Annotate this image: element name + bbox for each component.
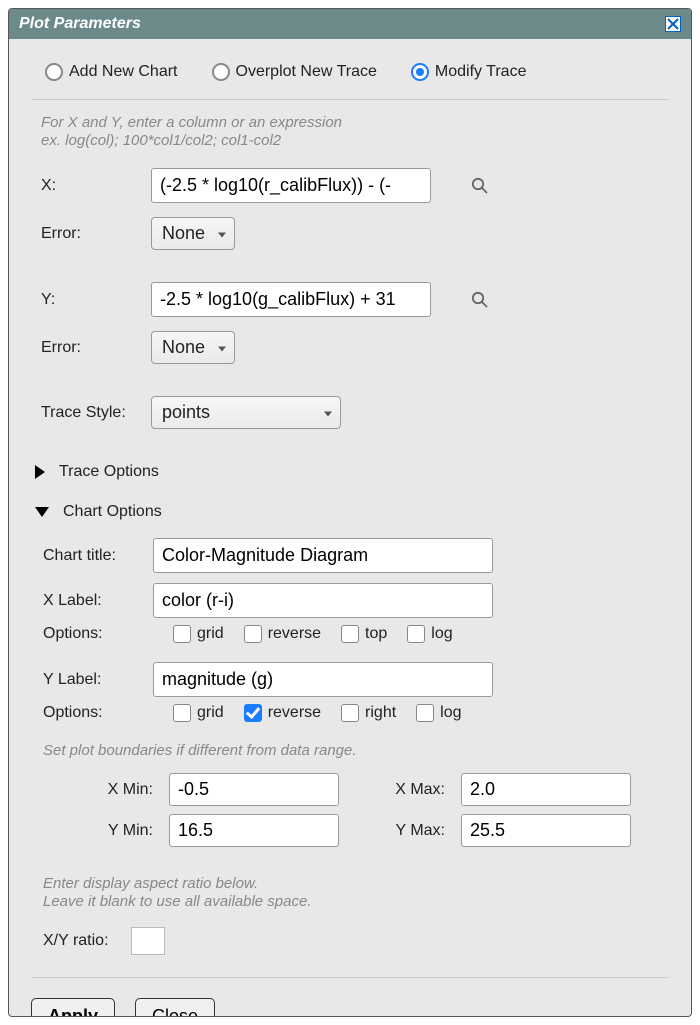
xlabel-input[interactable] [153, 583, 493, 618]
y-right-checkbox[interactable]: right [341, 704, 396, 722]
radio-label: Add New Chart [69, 63, 178, 81]
x-options-row: Options: grid reverse top log [43, 623, 669, 657]
radio-label: Modify Trace [435, 63, 527, 81]
x-reverse-checkbox[interactable]: reverse [244, 625, 321, 643]
expander-label: Trace Options [59, 463, 159, 481]
checkbox-icon [341, 704, 359, 722]
x-input[interactable] [151, 168, 431, 203]
radio-icon [411, 63, 429, 81]
ylabel-input[interactable] [153, 662, 493, 697]
xmax-label: X Max: [355, 781, 445, 799]
x-error-select[interactable]: None [151, 217, 235, 250]
x-grid-checkbox[interactable]: grid [173, 625, 224, 643]
xmax-input[interactable] [461, 773, 631, 806]
xmin-label: X Min: [63, 781, 153, 799]
chevron-right-icon [35, 465, 45, 479]
mode-radio-group: Add New Chart Overplot New Trace Modify … [31, 57, 669, 97]
divider [31, 977, 669, 978]
divider [31, 99, 669, 100]
checkbox-icon [173, 704, 191, 722]
chart-title-label: Chart title: [43, 547, 153, 565]
close-button[interactable]: Close [135, 998, 215, 1016]
xy-hint: For X and Y, enter a column or an expres… [31, 110, 669, 164]
checkbox-icon [341, 625, 359, 643]
y-reverse-checkbox[interactable]: reverse [244, 704, 321, 722]
xmin-input[interactable] [169, 773, 339, 806]
bounds-grid: X Min: X Max: Y Min: Y Max: [43, 773, 669, 847]
plot-parameters-dialog: Plot Parameters Add New Chart Overplot N… [8, 8, 692, 1017]
search-icon[interactable] [469, 175, 491, 197]
aspect-hint: Enter display aspect ratio below. Leave … [43, 847, 669, 927]
radio-modify-trace[interactable]: Modify Trace [411, 63, 527, 81]
trace-style-label: Trace Style: [41, 404, 141, 422]
y-error-select[interactable]: None [151, 331, 235, 364]
radio-label: Overplot New Trace [236, 63, 377, 81]
y-log-checkbox[interactable]: log [416, 704, 461, 722]
close-icon[interactable] [665, 16, 681, 32]
radio-icon [212, 63, 230, 81]
radio-add-new-chart[interactable]: Add New Chart [45, 63, 178, 81]
ymax-label: Y Max: [355, 822, 445, 840]
trace-style-select[interactable]: points [151, 396, 341, 429]
dialog-content: Add New Chart Overplot New Trace Modify … [9, 39, 691, 1016]
y-label: Y: [41, 291, 141, 309]
ylabel-label: Y Label: [43, 671, 153, 689]
radio-overplot-new-trace[interactable]: Overplot New Trace [212, 63, 377, 81]
checkbox-icon [407, 625, 425, 643]
checkbox-icon [244, 704, 262, 722]
ymax-input[interactable] [461, 814, 631, 847]
apply-button[interactable]: Apply [31, 998, 115, 1016]
bounds-hint: Set plot boundaries if different from da… [43, 736, 669, 773]
ymin-input[interactable] [169, 814, 339, 847]
y-error-label: Error: [41, 339, 141, 357]
x-label: X: [41, 177, 141, 195]
radio-icon [45, 63, 63, 81]
y-options-row: Options: grid reverse right log [43, 702, 669, 736]
expander-label: Chart Options [63, 503, 162, 521]
dialog-title: Plot Parameters [19, 15, 141, 33]
titlebar: Plot Parameters [9, 9, 691, 39]
xlabel-label: X Label: [43, 592, 153, 610]
chart-options-expander[interactable]: Chart Options [31, 497, 669, 527]
chevron-down-icon [35, 507, 49, 517]
ratio-input[interactable] [131, 927, 165, 955]
chart-options-panel: Chart title: X Label: Options: grid reve… [31, 527, 669, 967]
y-grid-checkbox[interactable]: grid [173, 704, 224, 722]
x-log-checkbox[interactable]: log [407, 625, 452, 643]
checkbox-icon [244, 625, 262, 643]
y-input[interactable] [151, 282, 431, 317]
chart-title-input[interactable] [153, 538, 493, 573]
options-label: Options: [43, 704, 153, 722]
x-top-checkbox[interactable]: top [341, 625, 387, 643]
search-icon[interactable] [469, 289, 491, 311]
checkbox-icon [416, 704, 434, 722]
x-error-label: Error: [41, 225, 141, 243]
trace-options-expander[interactable]: Trace Options [31, 457, 669, 487]
dialog-footer: Apply Close [31, 988, 669, 1016]
checkbox-icon [173, 625, 191, 643]
ratio-label: X/Y ratio: [43, 932, 109, 950]
options-label: Options: [43, 625, 153, 643]
ymin-label: Y Min: [63, 822, 153, 840]
